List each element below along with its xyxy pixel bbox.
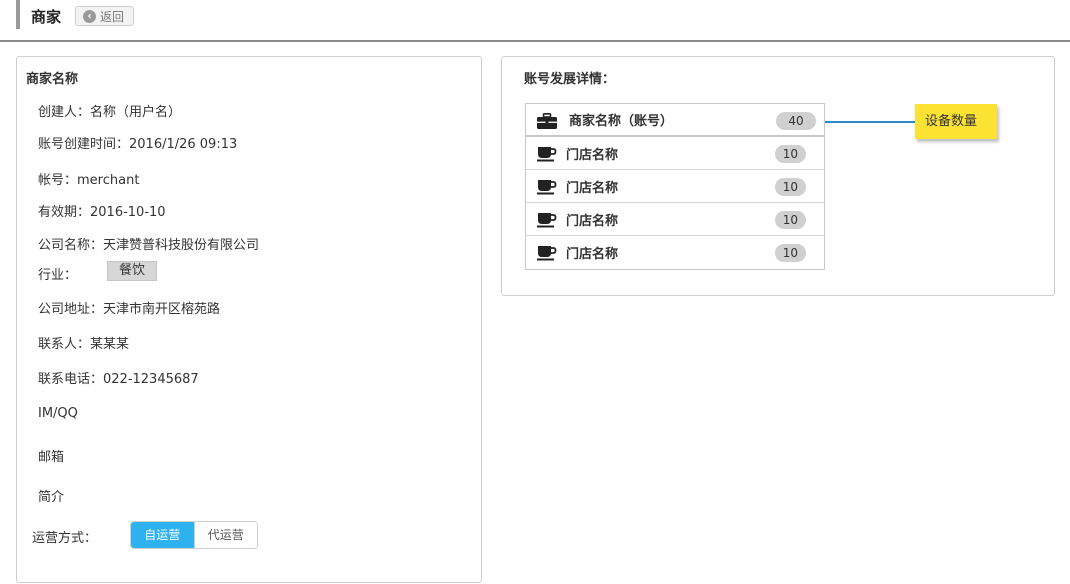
merchant-section-title: 商家名称 [26,72,79,87]
email-text: 邮箱 [38,450,65,465]
merchant-device-count: 40 [776,112,816,130]
back-button[interactable]: ‹ 返回 [75,6,134,26]
contact-text: 联系人：某某某 [38,337,130,352]
store-row[interactable]: 门店名称 10 [526,203,824,236]
merchant-account-row[interactable]: 商家名称（账号） 40 [526,104,824,137]
account-text: 帐号：merchant [38,173,140,188]
address-text: 公司地址：天津市南开区榕苑路 [38,302,221,317]
operation-self-option[interactable]: 自运营 [131,522,194,548]
coffee-cup-icon [537,213,557,228]
store-row[interactable]: 门店名称 10 [526,170,824,203]
account-detail-panel: 账号发展详情： 商家名称（账号） 40 门店名称 10 门店名称 10 门店名称… [501,56,1055,296]
store-device-count: 10 [774,211,806,229]
page-header: 商家 ‹ 返回 [0,0,1070,42]
briefcase-icon [537,113,557,129]
annotation-connector [825,121,915,123]
coffee-cup-icon [537,246,557,261]
store-label: 门店名称 [566,147,619,163]
industry-label: 行业： [38,268,78,283]
created-at-text: 账号创建时间：2016/1/26 09:13 [38,137,238,152]
operation-mode-toggle: 自运营 代运营 [130,521,258,549]
store-row[interactable]: 门店名称 10 [526,137,824,170]
intro-text: 简介 [38,490,65,505]
arrow-left-circle-icon: ‹ [83,9,96,23]
im-text: IM/QQ [38,406,78,421]
industry-tag: 餐饮 [107,261,157,281]
account-tree: 商家名称（账号） 40 门店名称 10 门店名称 10 门店名称 10 门店名称… [525,103,825,270]
operation-label: 运营方式： [32,531,98,546]
store-device-count: 10 [774,178,806,196]
store-device-count: 10 [774,145,806,163]
back-button-label: 返回 [100,9,125,24]
store-device-count: 10 [774,244,806,262]
creator-text: 创建人：名称（用户名） [38,105,182,120]
store-row[interactable]: 门店名称 10 [526,236,824,269]
store-label: 门店名称 [566,247,619,262]
store-label: 门店名称 [566,213,619,229]
operation-agent-option[interactable]: 代运营 [193,522,257,548]
company-text: 公司名称：天津赞普科技股份有限公司 [38,238,260,253]
merchant-info-panel: 商家名称 创建人：名称（用户名） 账号创建时间：2016/1/26 09:13 … [16,56,482,583]
merchant-account-label: 商家名称（账号） [569,114,674,129]
device-count-annotation: 设备数量 [915,104,997,139]
store-label: 门店名称 [566,180,619,196]
account-detail-title: 账号发展详情： [524,72,616,87]
page-title: 商家 [31,8,62,26]
header-accent-bar [16,0,20,29]
validity-text: 有效期：2016-10-10 [38,205,166,220]
coffee-cup-icon [537,147,557,162]
phone-text: 联系电话：022-12345687 [38,372,199,387]
coffee-cup-icon [537,180,557,195]
